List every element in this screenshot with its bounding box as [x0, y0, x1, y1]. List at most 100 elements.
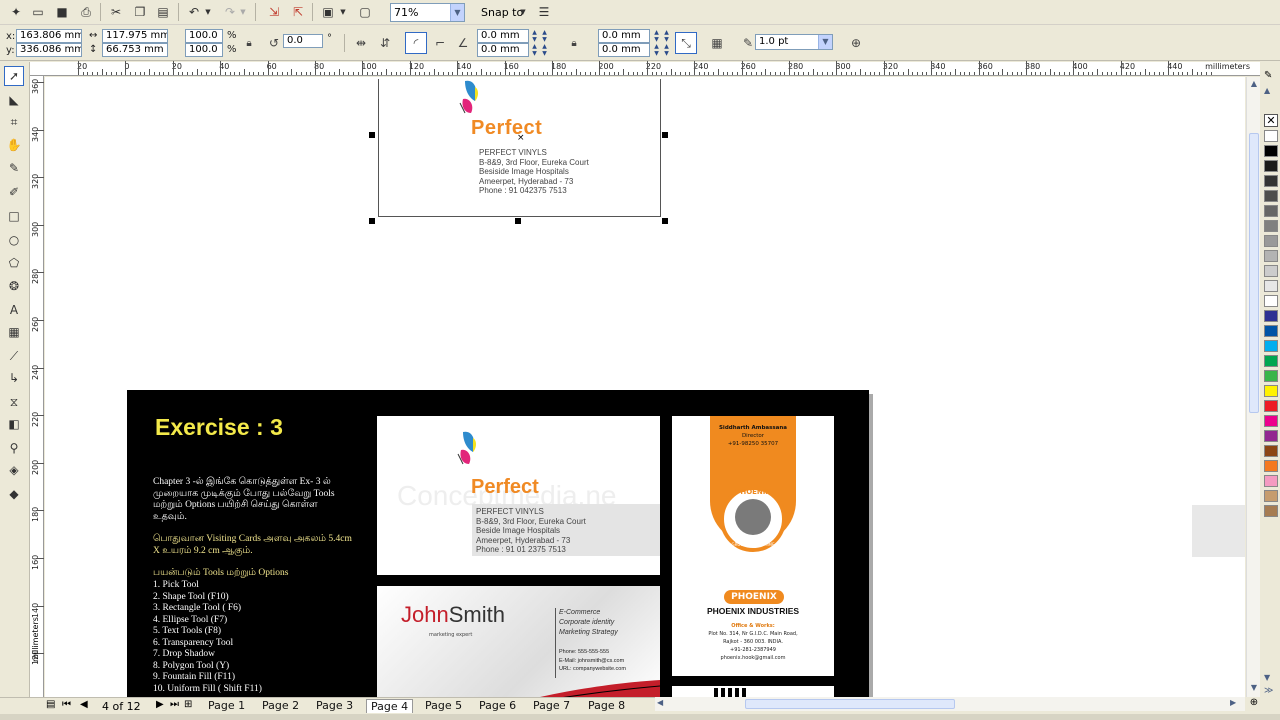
redo-dropdown-icon[interactable]: ▼ [238, 3, 248, 21]
x-position-field[interactable]: 163.806 mm [16, 29, 82, 43]
corner-radius-top-left[interactable]: 0.0 mm [477, 29, 529, 43]
dimension-tool-icon[interactable]: ⟋ [4, 346, 24, 366]
connector-tool-icon[interactable]: ↳ [4, 368, 24, 388]
table-tool-icon[interactable]: ▦ [4, 322, 24, 342]
corner-radius-bottom-left[interactable]: 0.0 mm [477, 43, 529, 57]
color-swatch[interactable] [1264, 385, 1278, 397]
color-swatch[interactable] [1264, 190, 1278, 202]
chamfered-corner-icon[interactable]: ∠ [452, 32, 474, 54]
color-swatch[interactable] [1264, 355, 1278, 367]
relative-corner-scaling-icon[interactable]: ⤡ [675, 32, 697, 54]
pan-tool-icon[interactable]: ✋ [4, 135, 24, 155]
color-swatch[interactable] [1264, 490, 1278, 502]
color-swatch[interactable] [1264, 505, 1278, 517]
color-swatch[interactable] [1264, 400, 1278, 412]
scroll-thumb[interactable] [1249, 133, 1259, 413]
tab-page-7[interactable]: Page 7 [529, 699, 574, 713]
selection-handle[interactable] [662, 132, 668, 138]
wrap-text-icon[interactable]: ▦ [706, 32, 728, 54]
color-swatch[interactable] [1264, 445, 1278, 457]
tab-page-2[interactable]: Page 2 [258, 699, 303, 713]
color-swatch[interactable] [1264, 370, 1278, 382]
spinner-icon[interactable]: ▲ ▼ [530, 29, 539, 43]
rectangle-tool-icon[interactable]: □ [4, 206, 24, 226]
color-swatch[interactable] [1264, 235, 1278, 247]
color-swatch[interactable] [1264, 130, 1278, 142]
export-icon[interactable]: ⇱ [288, 3, 308, 21]
scroll-up-icon[interactable]: ▲ [1248, 79, 1260, 91]
selection-handle[interactable] [662, 218, 668, 224]
sample-card-perfect[interactable]: Conceptmedia.ne Perfect PERFECT VINYLS B… [377, 416, 660, 575]
color-swatch[interactable] [1264, 475, 1278, 487]
pick-tool-icon[interactable]: ➚ [4, 66, 24, 86]
vertical-ruler[interactable]: 360 340 320 300 280 260 240 220 200 180 160 140 120 [30, 76, 44, 697]
no-color-swatch[interactable]: ✕ [1264, 114, 1278, 127]
vertical-scrollbar[interactable]: ▲ ▼ [1246, 77, 1260, 697]
color-swatch[interactable] [1264, 205, 1278, 217]
scale-x-field[interactable]: 100.0 [185, 29, 223, 43]
color-swatch[interactable] [1264, 145, 1278, 157]
scroll-right-icon[interactable]: ▶ [1230, 698, 1236, 707]
open-folder-icon[interactable]: ▭ [28, 3, 48, 21]
color-swatch[interactable] [1264, 160, 1278, 172]
shape-tool-icon[interactable]: ◣ [4, 90, 24, 110]
chevron-down-icon[interactable]: ▼ [818, 35, 832, 49]
sample-card-phoenix[interactable]: Siddharth Ambassana Director +91-98250 3… [672, 416, 834, 676]
tab-page-5[interactable]: Page 5 [421, 699, 466, 713]
color-swatch[interactable] [1264, 280, 1278, 292]
smart-fill-icon[interactable]: ✐ [4, 182, 24, 202]
add-page-icon[interactable]: ⊞ [184, 699, 192, 710]
sample-card-john-smith[interactable]: JohnSmith marketing expert E-Commerce Co… [377, 586, 660, 697]
corner-radius-bottom-right[interactable]: 0.0 mm [598, 43, 650, 57]
text-tool-icon[interactable]: A [4, 300, 24, 320]
y-position-field[interactable]: 336.086 mm [16, 43, 82, 57]
snap-to-dropdown[interactable]: Snap to [481, 6, 523, 19]
color-swatch[interactable] [1264, 430, 1278, 442]
spinner-icon[interactable]: ▲ ▼ [662, 29, 671, 43]
lock-corners-icon[interactable]: 🔒︎ [563, 32, 585, 54]
application-launcher-icon[interactable]: ▣ [318, 3, 338, 21]
undo-dropdown-icon[interactable]: ▼ [203, 3, 213, 21]
color-swatch[interactable] [1264, 295, 1278, 307]
width-field[interactable]: 117.975 mm [102, 29, 168, 43]
spinner-icon[interactable]: ▲ ▼ [652, 43, 661, 57]
color-swatch[interactable] [1264, 325, 1278, 337]
first-page-icon[interactable]: ⏮ [62, 699, 71, 710]
import-icon[interactable]: ⇲ [264, 3, 284, 21]
color-swatch[interactable] [1264, 415, 1278, 427]
spinner-icon[interactable]: ▲ ▼ [540, 43, 549, 57]
drawing-canvas[interactable]: Perfect PERFECT VINYLS B-8&9, 3rd Floor,… [45, 77, 1245, 697]
convert-to-curves-icon[interactable]: ⊕ [845, 32, 867, 54]
interactive-fill-icon[interactable]: ◆ [4, 484, 24, 504]
paste-icon[interactable]: ▤ [153, 3, 173, 21]
copy-icon[interactable]: ❐ [130, 3, 150, 21]
tab-page-6[interactable]: Page 6 [475, 699, 520, 713]
save-icon[interactable]: ■ [52, 3, 72, 21]
outline-width-select[interactable]: 1.0 pt ▼ [755, 34, 833, 50]
tab-page-3[interactable]: Page 3 [312, 699, 357, 713]
launcher-dropdown-icon[interactable]: ▼ [338, 3, 348, 21]
corner-radius-top-right[interactable]: 0.0 mm [598, 29, 650, 43]
color-swatch[interactable] [1264, 250, 1278, 262]
rotation-field[interactable]: 0.0 [283, 34, 323, 48]
selection-handle[interactable] [369, 218, 375, 224]
scalloped-corner-icon[interactable]: ⌐ [429, 32, 451, 54]
rotate-icon[interactable]: ↺ [263, 32, 285, 54]
palette-scroll-down-icon[interactable]: ▼ [1264, 673, 1270, 682]
eyedropper-tool-icon[interactable]: ⚲ [4, 438, 24, 458]
spinner-icon[interactable]: ▲ ▼ [530, 43, 539, 57]
spinner-icon[interactable]: ▲ ▼ [540, 29, 549, 43]
redo-icon[interactable]: ↷ [220, 3, 240, 21]
freehand-tool-icon[interactable]: ✎ [4, 158, 24, 178]
zoom-navigator-icon[interactable]: ⊕ [1247, 697, 1261, 711]
zoom-level-select[interactable]: 71% ▼ [390, 3, 465, 22]
eyedropper-icon[interactable]: ✎ [1264, 70, 1272, 81]
tab-page-8[interactable]: Page 8 [584, 699, 629, 713]
color-swatch[interactable] [1264, 265, 1278, 277]
undo-icon[interactable]: ↶ [184, 3, 204, 21]
crop-tool-icon[interactable]: ⌗ [4, 112, 24, 132]
fill-tool-icon[interactable]: ◈ [4, 460, 24, 480]
page-settings-icon[interactable]: ▤ [46, 699, 55, 710]
exercise-page[interactable]: Exercise : 3 Chapter 3 -ல் இங்கே கொடுத்த… [127, 390, 869, 697]
basic-shapes-icon[interactable]: ❂ [4, 276, 24, 296]
